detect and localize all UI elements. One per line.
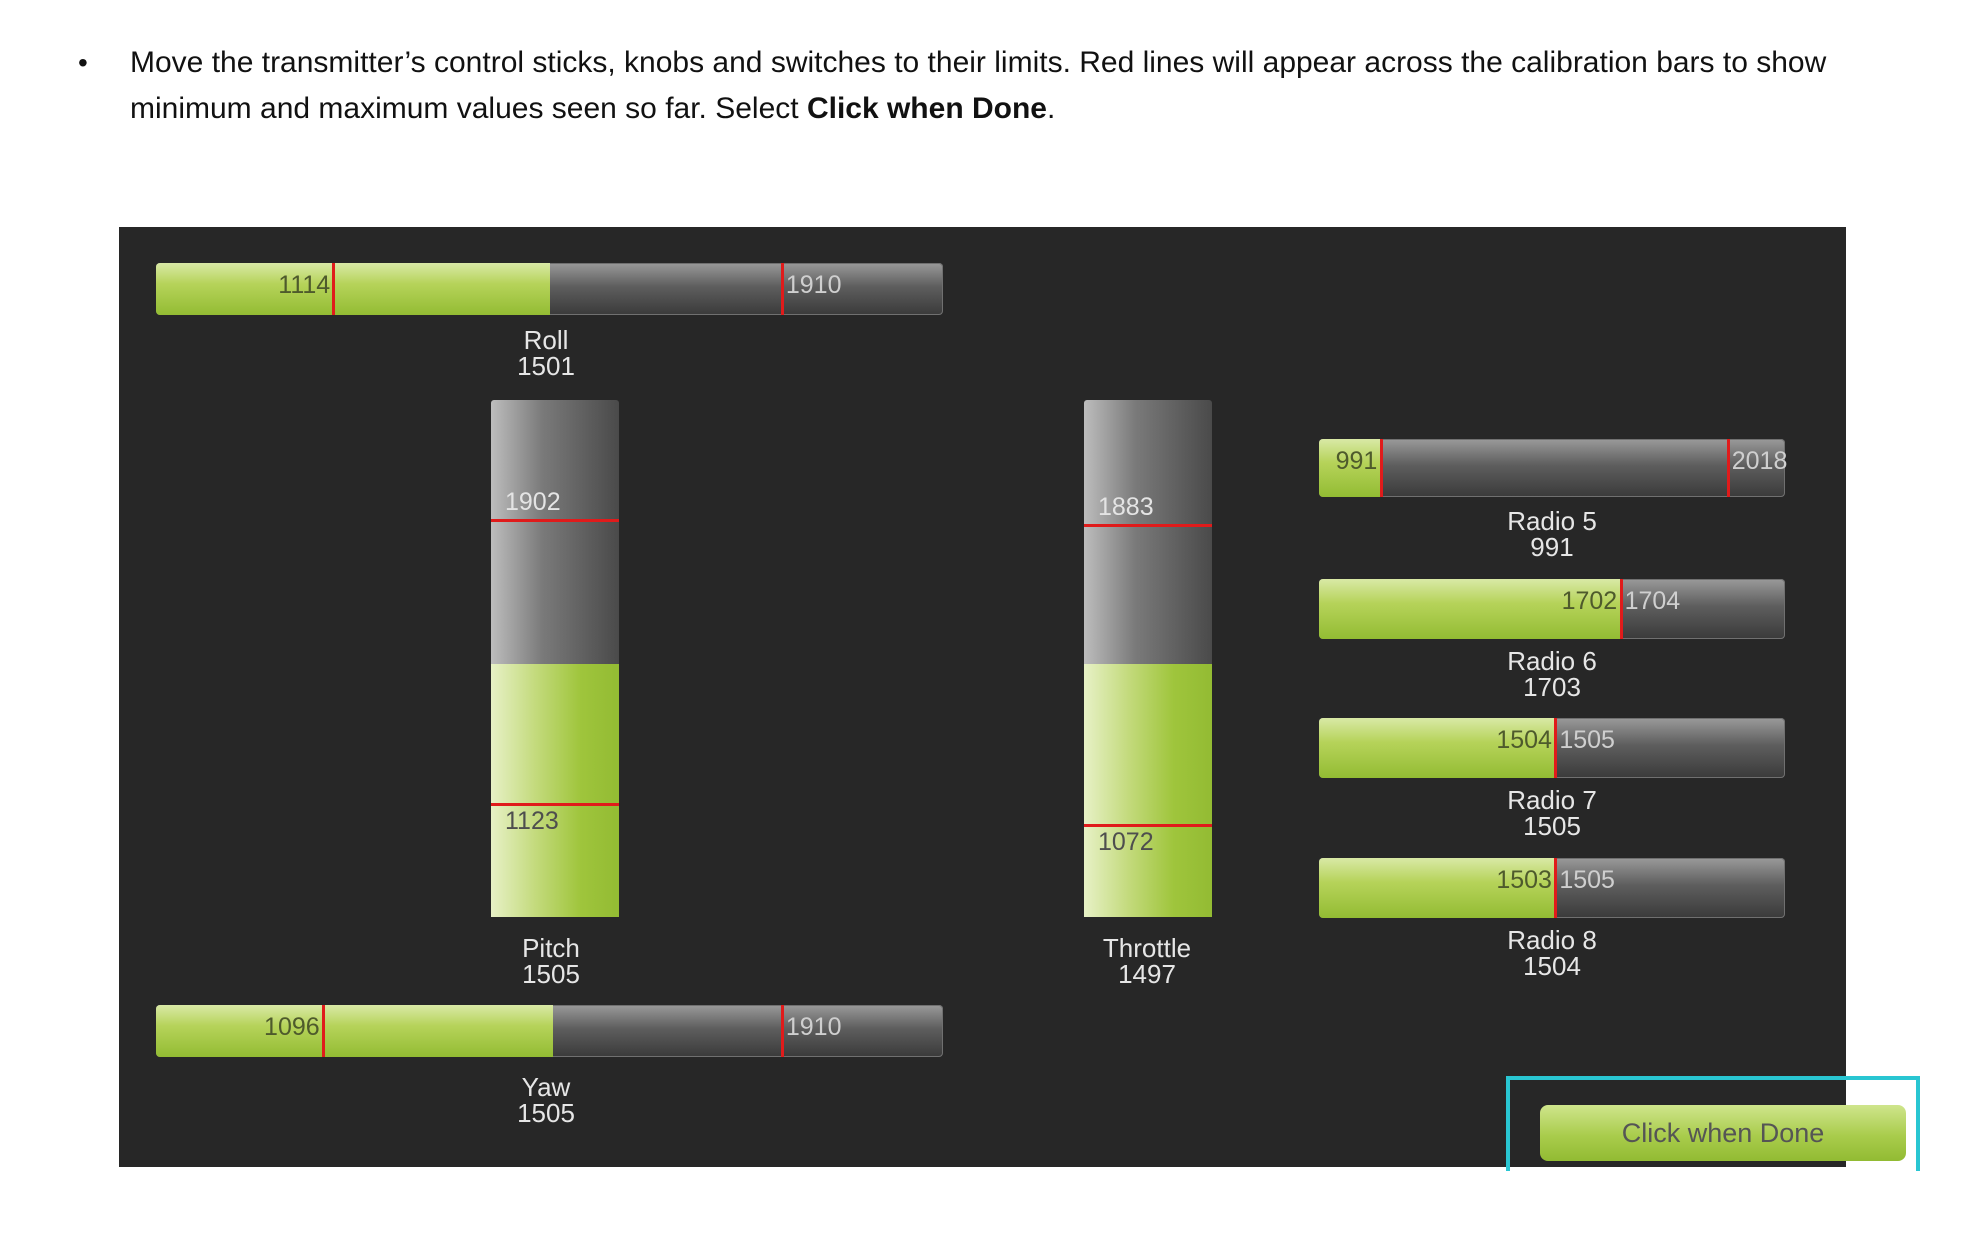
radio8-value: 1504 <box>1523 951 1581 981</box>
roll-min-label: 1114 <box>278 271 331 299</box>
throttle-min-label: 1072 <box>1098 827 1154 856</box>
radio7-min-label: 1504 <box>1496 726 1552 754</box>
radio6-min-label: 1702 <box>1561 587 1618 615</box>
roll-value: 1501 <box>517 351 575 381</box>
radio7-value: 1505 <box>1523 811 1581 841</box>
radio8-max-label: 1505 <box>1559 866 1615 894</box>
throttle-bar: 1883 1072 <box>1084 400 1212 917</box>
throttle-fill <box>1084 663 1212 917</box>
radio5-bar: 991 2018 <box>1319 439 1788 497</box>
roll-fill <box>156 263 551 315</box>
pitch-name: Pitch <box>522 933 580 963</box>
throttle-caption: Throttle 1497 <box>1037 935 1257 987</box>
radio5-max-label: 2018 <box>1731 447 1788 475</box>
radio8-caption: Radio 8 1504 <box>1442 927 1662 979</box>
yaw-max-marker <box>780 1005 784 1057</box>
throttle-max-label: 1883 <box>1098 493 1154 522</box>
radio5-name: Radio 5 <box>1507 506 1597 536</box>
radio7-bar: 1504 1505 <box>1319 718 1785 778</box>
roll-min-marker <box>332 263 336 315</box>
pitch-value: 1505 <box>522 959 580 989</box>
yaw-fill <box>156 1005 553 1057</box>
click-when-done-button[interactable]: Click when Done <box>1540 1105 1906 1161</box>
yaw-bar: 1096 1910 <box>156 1005 943 1057</box>
yaw-max-label: 1910 <box>785 1013 842 1041</box>
roll-bar: 1114 1910 <box>156 263 943 315</box>
radio5-max-marker <box>1726 439 1730 497</box>
yaw-min-marker <box>322 1005 326 1057</box>
yaw-caption: Yaw 1505 <box>436 1074 656 1126</box>
instruction-text-end: . <box>1046 92 1056 125</box>
radio8-bar: 1503 1505 <box>1319 858 1785 918</box>
radio7-max-label: 1505 <box>1559 726 1615 754</box>
yaw-value: 1505 <box>517 1098 575 1128</box>
pitch-max-marker <box>491 518 619 522</box>
throttle-name: Throttle <box>1102 933 1192 963</box>
roll-max-marker <box>780 263 784 315</box>
pitch-min-marker <box>491 803 619 807</box>
pitch-caption: Pitch 1505 <box>441 935 661 987</box>
radio5-caption: Radio 5 991 <box>1442 508 1662 560</box>
pitch-fill <box>491 663 619 917</box>
instruction-paragraph: • Move the transmitter’s control sticks,… <box>78 40 1938 132</box>
pitch-max-label: 1902 <box>505 487 561 516</box>
radio5-value: 991 <box>1530 532 1574 562</box>
radio6-bar: 1702 1704 <box>1319 579 1785 639</box>
instruction-bold-text: Click when Done <box>806 92 1047 125</box>
radio-calibration-panel: 1114 1910 Roll 1501 1902 1123 Pitch 1505… <box>119 227 1920 1171</box>
radio6-marker <box>1619 579 1623 639</box>
throttle-value: 1497 <box>1118 959 1176 989</box>
radio6-value: 1703 <box>1523 672 1581 702</box>
yaw-min-label: 1096 <box>264 1013 320 1041</box>
roll-caption: Roll 1501 <box>436 327 656 379</box>
roll-name: Roll <box>523 325 569 355</box>
radio6-name: Radio 6 <box>1507 646 1597 676</box>
radio8-name: Radio 8 <box>1507 925 1597 955</box>
radio6-caption: Radio 6 1703 <box>1442 648 1662 700</box>
throttle-min-marker <box>1084 823 1212 827</box>
radio7-caption: Radio 7 1505 <box>1442 787 1662 839</box>
roll-max-label: 1910 <box>785 271 842 299</box>
radio7-name: Radio 7 <box>1507 785 1597 815</box>
throttle-max-marker <box>1084 524 1212 528</box>
pitch-min-label: 1123 <box>505 807 559 836</box>
radio7-marker <box>1554 718 1558 778</box>
radio8-marker <box>1554 858 1558 918</box>
pitch-bar: 1902 1123 <box>491 400 619 917</box>
bullet-icon: • <box>78 47 88 78</box>
instruction-text: Move the transmitter’s control sticks, k… <box>130 40 1938 132</box>
radio8-min-label: 1503 <box>1496 866 1552 894</box>
yaw-name: Yaw <box>521 1072 571 1102</box>
radio5-min-marker <box>1379 439 1383 497</box>
radio5-min-label: 991 <box>1335 447 1378 475</box>
radio6-max-label: 1704 <box>1624 587 1681 615</box>
